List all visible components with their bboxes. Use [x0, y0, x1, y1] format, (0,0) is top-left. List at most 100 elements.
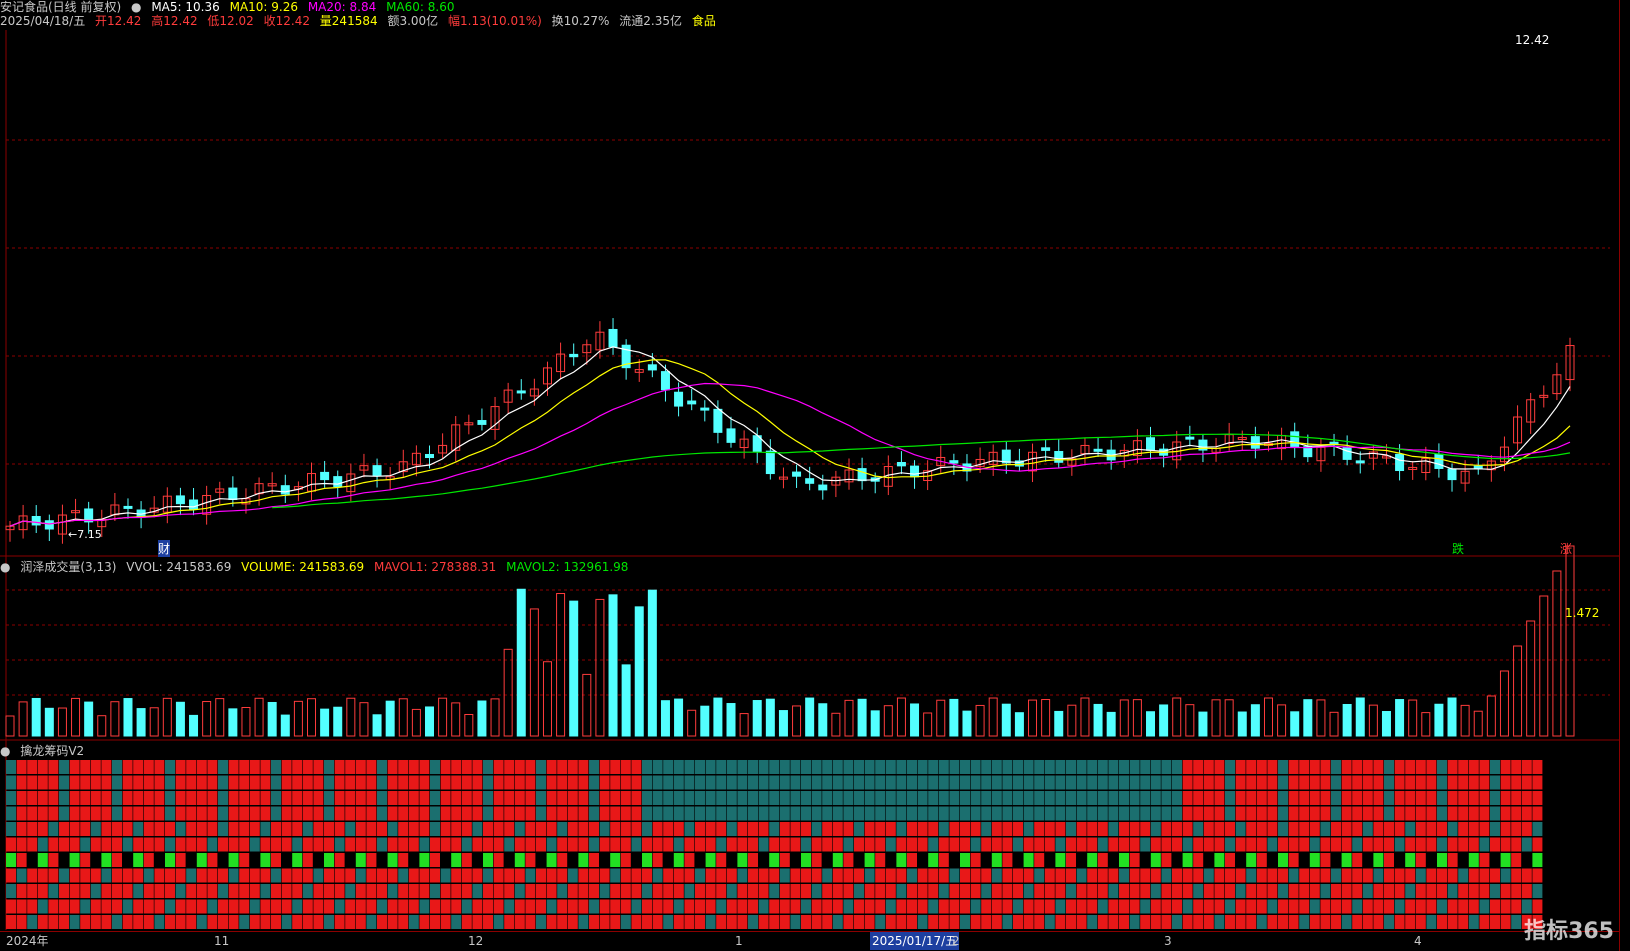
chip-cell	[938, 853, 949, 867]
chip-cell	[430, 837, 440, 852]
chip-cell	[1214, 775, 1225, 790]
chip-cell	[875, 791, 886, 805]
chip-cell	[525, 775, 536, 790]
chip-cell	[387, 806, 398, 821]
chip-cell	[1044, 915, 1055, 929]
chip-cell	[981, 791, 992, 805]
chip-cell	[991, 806, 1002, 821]
volume-bar	[1329, 711, 1339, 737]
chip-settings-icon[interactable]: ●	[0, 744, 10, 758]
chip-cell	[928, 806, 939, 821]
chip-cell	[1405, 915, 1416, 929]
chip-cell	[27, 806, 38, 821]
chip-cell	[1013, 837, 1023, 852]
chip-cell	[1415, 868, 1426, 883]
right-scroll-strip[interactable]	[1619, 0, 1630, 951]
chip-cell	[472, 760, 483, 774]
chip-cell	[504, 822, 515, 836]
chip-cell	[684, 822, 695, 836]
volume-bar	[1447, 697, 1457, 737]
time-label-11: 11	[214, 934, 230, 948]
chip-cell	[970, 884, 981, 898]
chip-cell	[80, 899, 91, 914]
chip-cell	[885, 899, 896, 914]
volume-bar	[503, 648, 513, 737]
chip-cell	[355, 791, 366, 805]
chip-cell	[1097, 853, 1108, 867]
chip-cell	[1172, 760, 1182, 774]
chip-cell	[684, 899, 695, 914]
chip-cell	[1267, 791, 1278, 805]
chip-cell	[663, 868, 674, 883]
chip-cell	[705, 760, 716, 774]
volume-bar	[1539, 595, 1549, 737]
chip-cell	[1278, 899, 1288, 914]
chip-cell	[1373, 853, 1384, 867]
volume-bar	[883, 705, 893, 737]
chip-cell	[748, 806, 758, 821]
ma20-line	[9, 382, 1571, 527]
chip-cell	[377, 853, 387, 867]
chip-cell	[1299, 775, 1310, 790]
chip-cell	[80, 806, 91, 821]
chip-cell	[589, 884, 599, 898]
volume-settings-icon[interactable]: ●	[0, 560, 10, 574]
chip-cell	[302, 884, 313, 898]
volume-pane-title[interactable]: 润泽成交量(3,13)	[20, 560, 116, 574]
chip-cell	[949, 806, 960, 821]
volume-bar	[1421, 712, 1431, 737]
chip-cell	[1108, 884, 1119, 898]
chip-cell	[408, 791, 419, 805]
chip-cell	[1023, 915, 1034, 929]
chip-cell	[27, 899, 38, 914]
kline-chart[interactable]	[0, 0, 1620, 930]
chip-cell	[1362, 760, 1373, 774]
chip-cell	[1394, 853, 1405, 867]
chip-cell	[907, 822, 917, 836]
chip-pane-title[interactable]: 擒龙筹码V2	[20, 744, 84, 758]
chip-cell	[1468, 899, 1479, 914]
chip-cell	[1087, 822, 1098, 836]
chip-cell	[1288, 853, 1299, 867]
chip-cell	[1097, 837, 1108, 852]
chip-cell	[536, 853, 546, 867]
chip-cell	[366, 775, 377, 790]
chip-cell	[546, 868, 557, 883]
chip-cell	[970, 915, 981, 929]
chip-cell	[875, 899, 886, 914]
chip-cell	[896, 884, 907, 898]
chip-cell	[101, 915, 112, 929]
chip-cell	[620, 868, 631, 883]
chip-cell	[80, 822, 91, 836]
chip-cell	[472, 899, 483, 914]
chip-cell	[398, 853, 409, 867]
chip-cell	[1532, 884, 1543, 898]
chip-cell	[1341, 853, 1352, 867]
chip-cell	[313, 915, 324, 929]
chip-cell	[1331, 853, 1341, 867]
chip-cell	[260, 760, 271, 774]
chip-cell	[1119, 760, 1129, 774]
chip-cell	[1490, 806, 1500, 821]
chip-cell	[154, 822, 165, 836]
volume-bar	[1316, 699, 1326, 737]
chip-cell	[652, 791, 663, 805]
chip-cell	[27, 884, 38, 898]
chip-cell	[101, 791, 112, 805]
candle-body	[1447, 468, 1457, 481]
chip-cell	[917, 775, 928, 790]
chip-cell	[578, 806, 589, 821]
chip-cell	[695, 775, 705, 790]
chip-cell	[1500, 915, 1511, 929]
chip-cell	[1150, 884, 1161, 898]
chip-cell	[1225, 899, 1235, 914]
chip-cell	[1087, 915, 1098, 929]
chip-cell	[620, 775, 631, 790]
chip-cell	[1521, 791, 1532, 805]
chip-cell	[1055, 868, 1066, 883]
chip-cell	[1511, 775, 1522, 790]
chip-cell	[1182, 806, 1193, 821]
chip-cell	[748, 791, 758, 805]
chip-cell	[1140, 775, 1151, 790]
chip-cell	[1309, 884, 1320, 898]
